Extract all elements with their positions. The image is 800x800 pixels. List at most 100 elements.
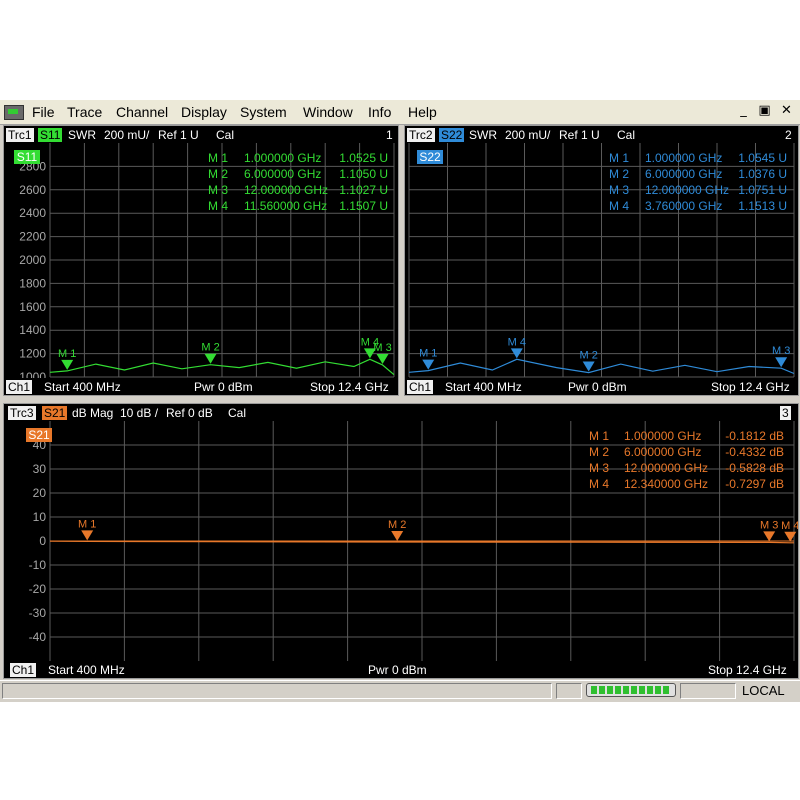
menu-file[interactable]: File: [32, 104, 55, 120]
trace-plot: 2800260024002200200018001600140012001000…: [14, 143, 395, 384]
menu-channel[interactable]: Channel: [116, 104, 168, 120]
marker-readout-name: M 4: [609, 199, 629, 213]
marker-readout-name: M 3: [208, 183, 228, 197]
marker-triangle-icon: [775, 357, 788, 368]
marker-label: M 2: [201, 342, 219, 354]
marker-readout-value: 1.0751 U: [738, 183, 787, 197]
trace-overlay-label: S21: [28, 428, 50, 442]
y-tick-label: 2400: [19, 206, 46, 220]
menu-window[interactable]: Window: [303, 104, 353, 120]
trace-panel-s11[interactable]: Trc1 S11 SWR 200 mU/ Ref 1 U Cal 1 2800 2…: [3, 125, 399, 396]
progress-segment: [599, 686, 605, 694]
trace-panel-s21[interactable]: Trc3 S21 dB Mag 10 dB / Ref 0 dB Cal 3 4…: [3, 403, 799, 679]
marker-readout-frequency: 3.760000 GHz: [645, 199, 722, 213]
y-tick-label: 1800: [19, 276, 46, 290]
power-level[interactable]: Pwr 0 dBm: [368, 663, 427, 677]
marker-readout-frequency: 11.560000 GHz: [244, 199, 327, 213]
marker-triangle-icon: [391, 531, 404, 542]
channel-label[interactable]: Ch1: [6, 380, 33, 394]
y-tick-label: 10: [33, 510, 47, 524]
stop-frequency[interactable]: Stop 12.4 GHz: [711, 380, 790, 394]
marker-readout-name: M 4: [208, 199, 228, 213]
y-tick-label: 30: [33, 462, 47, 476]
marker-readout-frequency: 12.000000 GHz: [244, 183, 328, 197]
marker-readout-frequency: 12.000000 GHz: [645, 183, 729, 197]
power-level[interactable]: Pwr 0 dBm: [194, 380, 253, 394]
trace-overlay-label: S11: [17, 150, 38, 164]
menu-info[interactable]: Info: [368, 104, 391, 120]
marker-readout-name: M 1: [589, 429, 609, 443]
channel-footer: Ch1 Start 400 MHz Pwr 0 dBm Stop 12.4 GH…: [4, 378, 398, 395]
trace-panel-s22[interactable]: Trc2 S22 SWR 200 mU/ Ref 1 U Cal 2 28002…: [404, 125, 799, 396]
channel-footer: Ch1 Start 400 MHz Pwr 0 dBm Stop 12.4 GH…: [4, 661, 798, 678]
y-tick-label: -30: [29, 606, 47, 620]
start-frequency[interactable]: Start 400 MHz: [48, 663, 125, 677]
channel-label[interactable]: Ch1: [407, 380, 434, 394]
stop-frequency[interactable]: Stop 12.4 GHz: [310, 380, 389, 394]
marker-readout-frequency: 6.000000 GHz: [645, 167, 722, 181]
marker-readout-value: -0.5828 dB: [725, 461, 784, 475]
marker-readout-value: -0.4332 dB: [725, 445, 784, 459]
start-frequency[interactable]: Start 400 MHz: [445, 380, 522, 394]
progress-segment: [591, 686, 597, 694]
marker-readout-frequency: 1.000000 GHz: [244, 151, 321, 165]
y-tick-label: -40: [29, 630, 47, 644]
marker-readout-name: M 2: [208, 167, 228, 181]
vna-application-window: File Trace Channel Display System Window…: [0, 100, 800, 702]
stop-frequency[interactable]: Stop 12.4 GHz: [708, 663, 787, 677]
marker-label: M 1: [419, 348, 437, 360]
menu-system[interactable]: System: [240, 104, 287, 120]
progress-segment: [631, 686, 637, 694]
status-field: [556, 683, 582, 699]
marker-label: M 3: [772, 345, 790, 357]
marker-label: M 2: [388, 519, 406, 531]
marker-readout-value: -0.7297 dB: [725, 477, 784, 491]
menu-display[interactable]: Display: [181, 104, 227, 120]
progress-segment: [639, 686, 645, 694]
restore-button[interactable]: ▣: [756, 103, 773, 119]
status-field: [680, 683, 736, 699]
close-button[interactable]: ✕: [778, 103, 795, 119]
marker-readout-frequency: 12.000000 GHz: [624, 461, 708, 475]
marker-triangle-icon: [422, 359, 435, 370]
power-level[interactable]: Pwr 0 dBm: [568, 380, 627, 394]
marker-label: M 4: [361, 336, 379, 348]
start-frequency[interactable]: Start 400 MHz: [44, 380, 121, 394]
marker-readout-frequency: 12.340000 GHz: [624, 477, 708, 491]
marker-triangle-icon: [81, 530, 94, 541]
marker-label: M 4: [781, 520, 798, 532]
menu-trace[interactable]: Trace: [67, 104, 102, 120]
menu-bar: File Trace Channel Display System Window…: [0, 100, 800, 125]
marker-triangle-icon: [204, 353, 217, 364]
marker-triangle-icon: [61, 359, 74, 370]
marker-readout-frequency: 6.000000 GHz: [624, 445, 701, 459]
channel-label[interactable]: Ch1: [10, 663, 37, 677]
trace-overlay-label: S22: [419, 150, 441, 164]
marker-readout-value: 1.1050 U: [339, 167, 388, 181]
y-tick-label: -10: [29, 558, 47, 572]
y-tick-label: 1200: [19, 347, 46, 361]
progress-segment: [615, 686, 621, 694]
status-message-field: [2, 683, 552, 699]
marker-label: M 3: [760, 519, 778, 531]
marker-readout-frequency: 1.000000 GHz: [645, 151, 722, 165]
progress-segment: [607, 686, 613, 694]
marker-readout-name: M 4: [589, 477, 609, 491]
minimize-button[interactable]: _: [735, 103, 752, 119]
app-monitor-icon[interactable]: [4, 105, 24, 120]
marker-label: M 1: [78, 518, 96, 530]
menu-help[interactable]: Help: [408, 104, 437, 120]
marker-triangle-icon: [582, 361, 595, 372]
marker-readout-value: 1.1513 U: [738, 199, 787, 213]
y-tick-label: 0: [39, 534, 46, 548]
y-tick-label: 1600: [19, 300, 46, 314]
marker-readout-value: 1.1507 U: [339, 199, 388, 213]
y-tick-label: 2200: [19, 230, 46, 244]
marker-triangle-icon: [763, 531, 776, 542]
trace-plot: 2800260024002200200018001600140012001000…: [405, 143, 795, 384]
sweep-progress-bar: [586, 683, 676, 697]
marker-readout-name: M 2: [609, 167, 629, 181]
marker-readout-name: M 3: [589, 461, 609, 475]
marker-readout-frequency: 1.000000 GHz: [624, 429, 701, 443]
y-tick-label: -20: [29, 582, 47, 596]
